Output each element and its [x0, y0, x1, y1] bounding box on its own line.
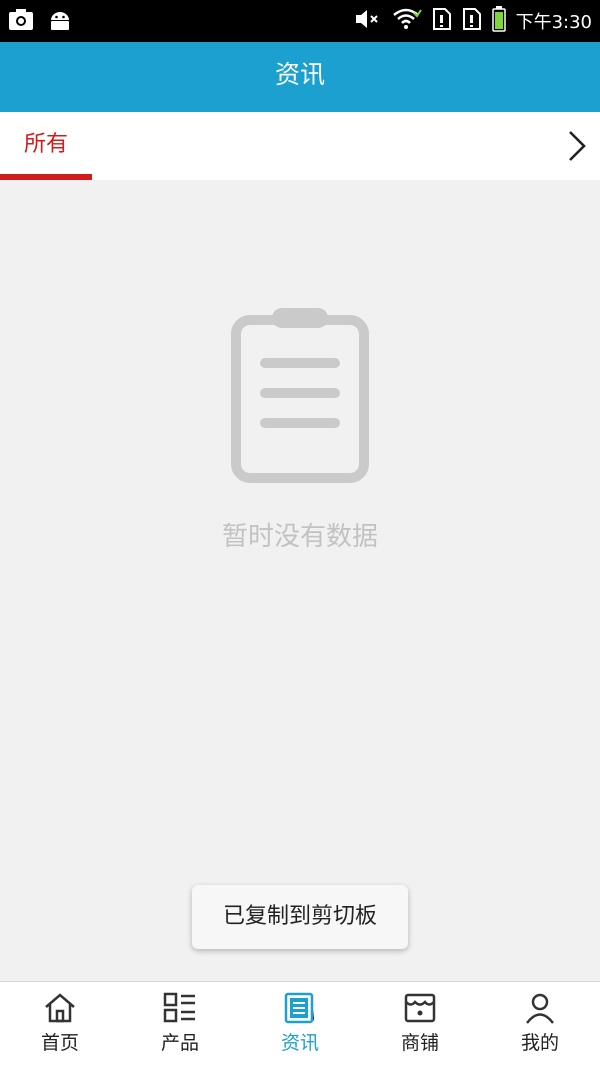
nav-item-profile[interactable]: 我的 — [480, 982, 600, 1067]
android-icon — [48, 8, 72, 36]
home-icon — [45, 993, 75, 1023]
user-icon — [526, 993, 554, 1024]
camera-icon — [8, 8, 34, 36]
list-grid-icon — [163, 992, 195, 1023]
status-time: 下午3:30 — [515, 12, 592, 33]
toast-message: 已复制到剪切板 — [192, 885, 408, 949]
nav-item-products[interactable]: 产品 — [120, 982, 240, 1067]
clipboard-icon — [231, 308, 369, 483]
store-icon — [404, 993, 436, 1023]
battery-icon — [491, 6, 506, 36]
page-title: 资讯 — [0, 42, 600, 112]
category-tab-bar: 所有 — [0, 112, 600, 180]
empty-state: 暂时没有数据 — [0, 300, 600, 553]
tab-all[interactable]: 所有 — [0, 112, 92, 180]
bottom-nav: 首页 产品 资讯 商铺 我的 — [0, 981, 600, 1067]
nav-item-news[interactable]: 资讯 — [240, 982, 360, 1067]
nav-item-store[interactable]: 商铺 — [360, 982, 480, 1067]
nav-label: 产品 — [160, 1032, 199, 1054]
nav-label: 首页 — [40, 1032, 79, 1054]
volume-mute-icon — [354, 7, 382, 35]
empty-message: 暂时没有数据 — [221, 522, 378, 552]
wifi-icon — [392, 7, 422, 35]
chevron-right-icon[interactable] — [560, 126, 592, 166]
sim-alert-icon — [462, 7, 482, 35]
sim-alert-icon — [432, 7, 452, 35]
nav-label: 商铺 — [400, 1032, 439, 1054]
document-icon — [284, 992, 314, 1024]
tab-indicator — [0, 174, 92, 180]
nav-label: 我的 — [520, 1032, 559, 1054]
status-bar: 下午3:30 — [0, 0, 600, 42]
nav-label: 资讯 — [280, 1032, 319, 1054]
nav-item-home[interactable]: 首页 — [0, 982, 120, 1067]
